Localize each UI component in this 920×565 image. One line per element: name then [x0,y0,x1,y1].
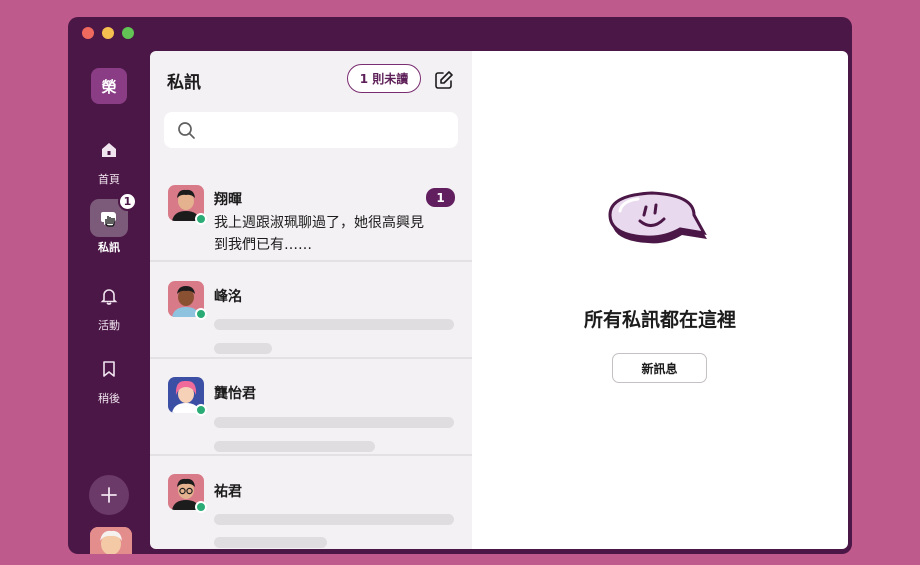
dm-list-item[interactable]: 峰洺 [150,262,472,359]
message-placeholder [214,319,454,330]
rail-item-label: 私訊 [98,241,120,254]
unread-count-badge: 1 [426,188,455,207]
dm-list-item[interactable]: 翔暉 1 我上週跟淑珮聊過了，她很高興見到我們已有…… [150,165,472,262]
message-placeholder [214,417,454,428]
rail-item-label: 稍後 [98,392,120,405]
bookmark-icon [90,350,128,388]
rail-item-dms[interactable]: 1 私訊 [68,192,150,255]
compose-icon [435,71,453,89]
message-placeholder [214,441,375,452]
search-input[interactable] [202,118,442,142]
compose-button[interactable] [433,69,455,91]
dm-icon: 1 [90,192,137,237]
window-controls [82,27,134,39]
speech-bubble-illustration [608,191,712,263]
dm-name: 峰洺 [214,289,242,305]
search-field[interactable] [164,112,458,148]
presence-indicator [195,308,207,320]
dm-list-item[interactable]: 祐君 [150,456,472,549]
rail-item-home[interactable]: 首頁 [68,131,150,187]
empty-state-title: 所有私訊都在這裡 [583,309,736,331]
plus-icon [101,487,117,503]
dm-list-panel: 私訊 1 則未讀 翔暉 1 我上週跟淑珮聊過了，她很高興見到我們已有…… 峰洺 … [150,51,472,549]
app-window: 榮 首頁 1 私訊 活動 稍後 私訊 1 則未讀 翔暉 1 我上週跟淑珮聊過了，… [68,17,852,554]
home-icon [90,131,128,169]
dm-preview: 我上週跟淑珮聊過了，她很高興見到我們已有…… [214,215,424,253]
close-window-button[interactable] [82,27,94,39]
maximize-window-button[interactable] [122,27,134,39]
page-title: 私訊 [167,73,201,93]
message-placeholder [214,343,272,354]
main-content: 所有私訊都在這裡 新訊息 [472,51,848,549]
dm-list-item[interactable]: 龔怡君 [150,359,472,456]
workspace-icon[interactable]: 榮 [91,68,127,104]
dm-name: 祐君 [214,484,242,500]
minimize-window-button[interactable] [102,27,114,39]
dm-header: 私訊 1 則未讀 [150,51,472,109]
presence-indicator [195,404,207,416]
search-icon [178,122,195,139]
rail-item-activity[interactable]: 活動 [68,277,150,333]
dm-unread-badge: 1 [118,192,137,211]
workspace-rail: 榮 首頁 1 私訊 活動 稍後 [68,51,150,554]
message-placeholder [214,514,454,525]
bell-icon [90,277,128,315]
dm-name: 翔暉 [214,192,242,208]
presence-indicator [195,213,207,225]
message-placeholder [214,537,327,548]
rail-item-label: 活動 [98,319,120,332]
dm-name: 龔怡君 [214,386,256,402]
add-button[interactable] [89,475,129,515]
rail-item-later[interactable]: 稍後 [68,350,150,406]
user-avatar[interactable] [90,527,132,554]
new-message-button[interactable]: 新訊息 [612,353,707,383]
rail-item-label: 首頁 [98,173,120,186]
presence-indicator [195,501,207,513]
unread-filter-button[interactable]: 1 則未讀 [347,64,421,93]
